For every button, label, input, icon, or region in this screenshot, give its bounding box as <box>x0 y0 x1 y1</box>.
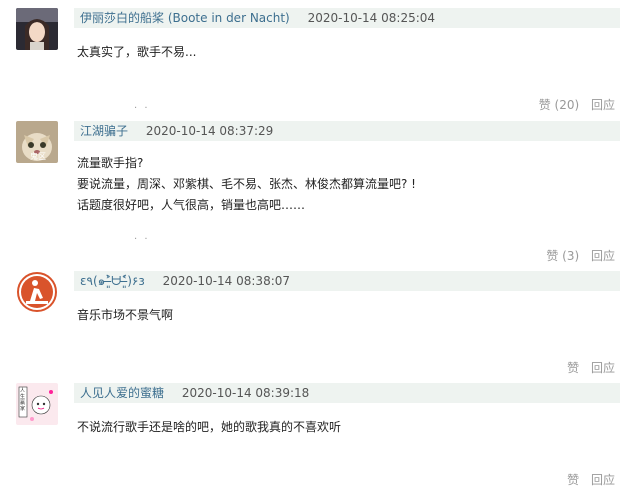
username-link[interactable]: 人见人爱的蜜糖 <box>80 386 164 400</box>
avatar[interactable] <box>16 271 58 313</box>
reply-button[interactable]: 回应 <box>591 361 615 375</box>
comment-text-line: 要说流量，周深、邓紫棋、毛不易、张杰、林俊杰都算流量吧? ! <box>77 177 416 191</box>
avatar-worker-icon <box>16 271 58 313</box>
reply-button[interactable]: 回应 <box>591 98 615 112</box>
comment-text: 音乐市场不景气啊 <box>77 308 174 322</box>
comment-time: 2020-10-14 08:25:04 <box>307 11 436 25</box>
comment-text-line: 话题度很好吧，人气很高，销量也高吧…… <box>77 198 306 212</box>
comment-actions: 赞 (3) 回应 <box>538 247 615 264</box>
more-dots[interactable]: . . <box>134 231 150 242</box>
reply-button[interactable]: 回应 <box>591 249 615 263</box>
comment-header: 伊丽莎白的船桨 (Boote in der Nacht) 2020-10-14 … <box>74 8 620 28</box>
like-button[interactable]: 赞 <box>567 361 579 375</box>
more-dots[interactable]: . . <box>134 100 150 111</box>
avatar-anime-girl-icon <box>16 8 58 50</box>
username-link[interactable]: 江湖骗子 <box>80 124 128 138</box>
comment-header: 江湖骗子 2020-10-14 08:37:29 <box>74 121 620 141</box>
comment-body: 流量歌手指? 要说流量，周深、邓紫棋、毛不易、张杰、林俊杰都算流量吧? ! 话题… <box>77 153 620 216</box>
username-link[interactable]: ε٩(๑˃̶͈̀ᗨ˂̶͈́)۶з <box>80 274 145 288</box>
like-button[interactable]: 赞 (3) <box>546 249 579 263</box>
username-link[interactable]: 伊丽莎白的船桨 (Boote in der Nacht) <box>80 11 290 25</box>
like-button[interactable]: 赞 <box>567 473 579 487</box>
comment-time: 2020-10-14 08:38:07 <box>162 274 291 288</box>
comment-actions: 赞 回应 <box>559 359 615 376</box>
comment-time: 2020-10-14 08:37:29 <box>145 124 274 138</box>
avatar[interactable]: 鬼区 <box>16 121 58 163</box>
avatar-tag: 人生赢家 <box>20 388 26 412</box>
comment-actions: 赞 (20) 回应 <box>531 96 615 113</box>
like-button[interactable]: 赞 (20) <box>539 98 579 112</box>
comment-actions: 赞 回应 <box>559 471 615 488</box>
comment-text: 太真实了，歌手不易... <box>77 45 197 59</box>
comment-text-line: 流量歌手指? <box>77 156 144 170</box>
comment-header: ε٩(๑˃̶͈̀ᗨ˂̶͈́)۶з 2020-10-14 08:38:07 <box>74 271 620 291</box>
comment-body: 音乐市场不景气啊 <box>77 305 620 326</box>
comment-header: 人见人爱的蜜糖 2020-10-14 08:39:18 <box>74 383 620 403</box>
comment-body: 不说流行歌手还是啥的吧，她的歌我真的不喜欢听 <box>77 417 620 438</box>
comment-text: 不说流行歌手还是啥的吧，她的歌我真的不喜欢听 <box>77 420 342 434</box>
avatar[interactable]: 人生赢家 <box>16 383 58 425</box>
comment-time: 2020-10-14 08:39:18 <box>181 386 310 400</box>
reply-button[interactable]: 回应 <box>591 473 615 487</box>
comment-body: 太真实了，歌手不易... <box>77 42 620 63</box>
avatar-tag: 鬼区 <box>30 152 46 161</box>
avatar[interactable] <box>16 8 58 50</box>
